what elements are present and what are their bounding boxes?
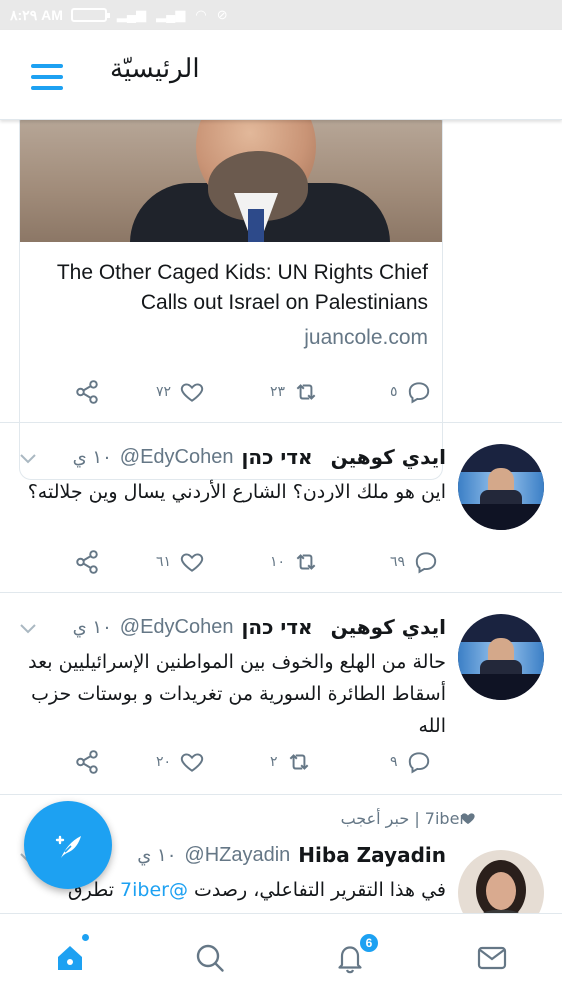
retweet-icon	[296, 384, 316, 400]
reply-button[interactable]: ٩	[390, 742, 432, 782]
share-icon	[76, 750, 98, 774]
share-button[interactable]	[74, 372, 100, 412]
retweet-button[interactable]: ١٠	[270, 542, 319, 582]
like-count: ٢٠	[156, 754, 172, 770]
author-name[interactable]: ايدي كوهين	[331, 445, 446, 469]
like-count: ٦١	[156, 554, 172, 570]
retweet-icon	[289, 754, 308, 770]
author-name[interactable]: ايدي كوهين	[331, 615, 446, 639]
author-handle[interactable]: @EdyCohen	[120, 446, 234, 469]
avatar[interactable]	[458, 850, 544, 913]
page-title: الرئيسيّة	[110, 54, 200, 84]
share-icon	[76, 380, 98, 404]
tweet-text: اين هو ملك الاردن؟ الشارع الأردني يسال و…	[27, 481, 446, 503]
tweet-menu-caret[interactable]	[18, 451, 38, 465]
signal-icon: ▂▄▆	[116, 7, 147, 22]
tweet-actions: ٦١ ١٠ ٦٩	[0, 542, 562, 582]
retweet-count: ٢	[270, 754, 278, 770]
reply-count: ٦٩	[390, 554, 406, 570]
retweet-count: ٢٣	[270, 384, 286, 400]
notifications-badge: 6	[358, 932, 380, 954]
tweet-actions: ٧٢ ٢٣ ٥	[0, 372, 562, 412]
tab-bar: 6	[0, 913, 562, 1000]
author-handle[interactable]: @EdyCohen	[120, 616, 234, 639]
tweet-time: ١٠ ي	[137, 844, 177, 866]
heart-icon	[180, 553, 204, 572]
avatar[interactable]	[458, 614, 544, 700]
tweet-header: ايدي كوهين אדי כהן @EdyCohen ١٠ ي	[73, 442, 446, 472]
reply-icon	[415, 552, 437, 574]
signal-icon-2: ▂▄▆	[156, 7, 186, 22]
reply-count: ٩	[390, 754, 398, 770]
tweet-time: ١٠ ي	[72, 616, 112, 638]
compose-quill-icon	[55, 835, 81, 858]
reply-icon	[408, 752, 429, 774]
battery-icon	[70, 8, 110, 22]
tweet-menu-caret[interactable]	[18, 621, 38, 635]
like-count: ٧٢	[156, 384, 172, 400]
chevron-down-icon	[20, 454, 36, 464]
reply-icon	[408, 382, 429, 404]
card-domain: juancole.com	[304, 326, 428, 349]
card-title: The Other Caged Kids: UN Rights Chief Ca…	[56, 261, 428, 314]
mention-link[interactable]: @7iber	[120, 879, 188, 901]
like-button[interactable]: ٢٠	[156, 742, 205, 782]
tab-search[interactable]	[170, 914, 250, 1000]
tab-notifications[interactable]: 6	[310, 914, 390, 1000]
retweet-button[interactable]: ٢	[270, 742, 312, 782]
reply-button[interactable]: ٥	[390, 372, 432, 412]
retweet-button[interactable]: ٢٣	[270, 372, 319, 412]
home-icon	[58, 945, 82, 970]
new-content-dot	[82, 934, 89, 941]
reply-count: ٥	[390, 384, 398, 400]
retweet-count: ١٠	[270, 554, 286, 570]
retweet-icon	[296, 554, 316, 570]
tweet-text: حالة من الهلع والخوف بين المواطنين الإسر…	[28, 651, 446, 737]
tweet-header: Hiba Zayadin @HZayadin ١٠ ي	[137, 840, 446, 870]
envelope-icon	[477, 946, 507, 969]
like-button[interactable]: ٧٢	[156, 372, 205, 412]
tweet-text-prefix: في هذا التقرير التفاعلي، رصدت	[187, 879, 446, 901]
card-image	[20, 120, 442, 242]
tweet-time: ١٠ ي	[72, 446, 112, 468]
tweet-header: ايدي كوهين אדי כהן @EdyCohen ١٠ ي	[73, 612, 446, 642]
share-button[interactable]	[74, 542, 100, 582]
mute-icon: ⊘	[216, 7, 228, 22]
social-context[interactable]: 7iber | حبر أعجب	[341, 806, 466, 830]
heart-icon	[180, 383, 204, 402]
author-name[interactable]: Hiba Zayadin	[298, 843, 446, 867]
tweet-actions: ٢٠ ٢ ٩	[0, 742, 562, 782]
author-name-hebrew[interactable]: אדי כהן	[241, 445, 312, 469]
tab-home[interactable]	[30, 914, 110, 1000]
share-icon	[76, 550, 98, 574]
reply-button[interactable]: ٦٩	[390, 542, 439, 582]
heart-icon	[180, 753, 204, 772]
tab-messages[interactable]	[452, 914, 532, 1000]
timeline[interactable]: The Other Caged Kids: UN Rights Chief Ca…	[0, 120, 562, 913]
menu-icon[interactable]	[31, 64, 63, 90]
status-bar: ٨:٢٩ AM ▂▄▆ ▂▄▆ ◠ ⊘	[0, 0, 562, 30]
like-button[interactable]: ٦١	[156, 542, 205, 582]
wifi-icon: ◠	[195, 7, 207, 22]
share-button[interactable]	[74, 742, 100, 782]
compose-tweet-button[interactable]	[24, 801, 112, 889]
avatar[interactable]	[458, 444, 544, 530]
app-bar: الرئيسيّة	[0, 30, 562, 120]
search-icon	[196, 944, 224, 972]
status-time: ٨:٢٩ AM	[10, 6, 63, 23]
author-name-hebrew[interactable]: אדי כהן	[241, 615, 312, 639]
author-handle[interactable]: @HZayadin	[184, 844, 290, 867]
chevron-down-icon	[20, 624, 36, 634]
